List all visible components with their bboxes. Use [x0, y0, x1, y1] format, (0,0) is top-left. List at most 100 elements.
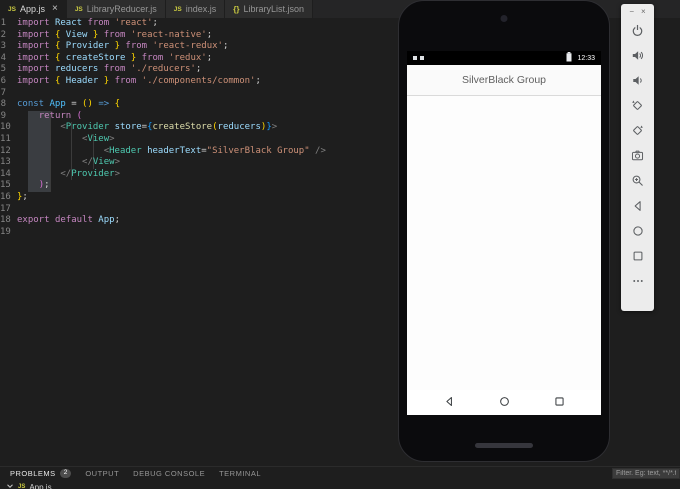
close-icon[interactable]: × — [641, 8, 646, 16]
minimize-icon[interactable]: − — [629, 8, 634, 16]
notification-icon — [413, 56, 417, 60]
js-file-icon: JS — [18, 484, 26, 489]
tab-app-js[interactable]: JS App.js × — [0, 0, 67, 18]
code-line: 3 import { Provider } from 'react-redux'; — [0, 41, 229, 52]
app-header: SilverBlack Group — [407, 65, 601, 96]
code-line: 1 import React from 'react'; — [0, 18, 158, 28]
overview-button[interactable] — [621, 243, 654, 268]
line-number: 7 — [0, 87, 6, 98]
line-number: 3 — [0, 41, 6, 52]
tab-debug-console[interactable]: DEBUG CONSOLE — [133, 469, 205, 478]
notification-icon — [420, 56, 424, 60]
problems-file-row[interactable]: JS App.js — [6, 480, 52, 489]
code-line: 8 const App = () => { — [0, 99, 120, 110]
line-number: 1 — [0, 18, 6, 28]
phone-status-bar: 12:33 — [407, 51, 601, 65]
phone-nav-bar — [407, 390, 601, 415]
tab-librarylist-json[interactable]: {} LibraryList.json — [225, 0, 314, 18]
back-icon — [632, 200, 644, 212]
back-button[interactable] — [621, 193, 654, 218]
tab-output[interactable]: OUTPUT — [85, 469, 119, 478]
overview-icon — [632, 250, 644, 262]
code-line: 12 <Header headerText="SilverBlack Group… — [0, 145, 326, 156]
problems-file-name: App.js — [29, 482, 52, 489]
code-line: 4 import { createStore } from 'redux'; — [0, 52, 213, 63]
line-number: 12 — [0, 145, 11, 156]
rotate-left-button[interactable] — [621, 93, 654, 118]
tab-label: App.js — [19, 4, 45, 14]
js-file-icon: JS — [74, 5, 83, 13]
code-line: 9 return ( — [0, 110, 83, 121]
chevron-down-icon — [6, 482, 14, 489]
speaker-bar — [475, 443, 533, 448]
nav-back-button[interactable] — [444, 394, 455, 412]
emulator-buttons — [621, 18, 654, 293]
tab-label: LibraryReducer.js — [86, 4, 157, 14]
volume-down-button[interactable] — [621, 68, 654, 93]
camera-button[interactable] — [621, 143, 654, 168]
code-line: 13 </View> — [0, 157, 120, 168]
code-line: 7 — [0, 88, 398, 100]
code-editor[interactable]: 1 import React from 'react'; 2 import { Vie… — [0, 18, 398, 258]
close-icon[interactable]: × — [52, 4, 58, 14]
line-number: 16 — [0, 191, 11, 202]
line-number: 18 — [0, 215, 11, 226]
vscode-window: JS App.js × JS LibraryReducer.js JS inde… — [0, 0, 680, 489]
app-content — [407, 96, 601, 390]
home-button[interactable] — [621, 218, 654, 243]
rotate-left-icon — [631, 99, 644, 112]
code-line: 17 — [0, 204, 398, 216]
rotate-right-icon — [631, 124, 644, 137]
emulator-window-controls: − × — [629, 6, 645, 18]
status-time: 12:33 — [577, 54, 595, 62]
app-header-title: SilverBlack Group — [461, 74, 547, 86]
nav-home-button[interactable] — [499, 394, 510, 412]
more-icon — [632, 275, 644, 287]
tab-label: index.js — [185, 4, 217, 14]
tab-terminal[interactable]: TERMINAL — [219, 469, 261, 478]
code-line: 14 </Provider> — [0, 168, 120, 179]
line-number: 10 — [0, 122, 11, 133]
line-number: 19 — [0, 226, 11, 237]
line-number: 8 — [0, 99, 6, 110]
tab-label: LibraryList.json — [243, 4, 305, 14]
home-icon — [632, 225, 644, 237]
code-line: 16}; — [0, 191, 28, 202]
zoom-button[interactable] — [621, 168, 654, 193]
volume-up-icon — [631, 49, 644, 62]
code-line: 19 — [0, 227, 398, 239]
panel-tab-bar: PROBLEMS 2 OUTPUT DEBUG CONSOLE TERMINAL — [0, 466, 680, 480]
nav-overview-button[interactable] — [554, 394, 565, 412]
line-number: 9 — [0, 110, 6, 121]
tab-libraryreducer-js[interactable]: JS LibraryReducer.js — [66, 0, 166, 18]
code-line: 10 <Provider store={createStore(reducers… — [0, 122, 278, 133]
emulator-toolbar: − × — [621, 4, 654, 311]
problems-label: PROBLEMS — [10, 469, 56, 478]
line-number: 6 — [0, 75, 6, 86]
line-number: 13 — [0, 157, 11, 168]
line-number: 2 — [0, 29, 6, 40]
line-number: 14 — [0, 168, 11, 179]
code-line: 11 <View> — [0, 133, 115, 144]
power-icon — [631, 24, 644, 37]
tab-problems[interactable]: PROBLEMS 2 — [10, 469, 72, 478]
problems-count-badge: 2 — [59, 469, 72, 478]
camera-dot — [500, 15, 508, 22]
power-button[interactable] — [621, 18, 654, 43]
json-file-icon: {} — [233, 4, 240, 14]
code-lines: 1 import React from 'react'; 2 import { Vie… — [0, 18, 398, 238]
tab-index-js[interactable]: JS index.js — [165, 0, 226, 18]
android-emulator-phone: 12:33 SilverBlack Group — [398, 0, 610, 462]
zoom-icon — [631, 174, 644, 187]
volume-up-button[interactable] — [621, 43, 654, 68]
phone-screen[interactable]: 12:33 SilverBlack Group — [407, 51, 601, 415]
camera-icon — [631, 149, 644, 162]
volume-down-icon — [631, 74, 644, 87]
more-button[interactable] — [621, 268, 654, 293]
line-number: 4 — [0, 52, 6, 63]
rotate-right-button[interactable] — [621, 118, 654, 143]
line-number: 5 — [0, 64, 6, 75]
code-line: 2 import { View } from 'react-native'; — [0, 29, 213, 40]
problems-filter-input[interactable] — [612, 468, 680, 479]
code-line: 5 import reducers from './reducers'; — [0, 64, 202, 75]
